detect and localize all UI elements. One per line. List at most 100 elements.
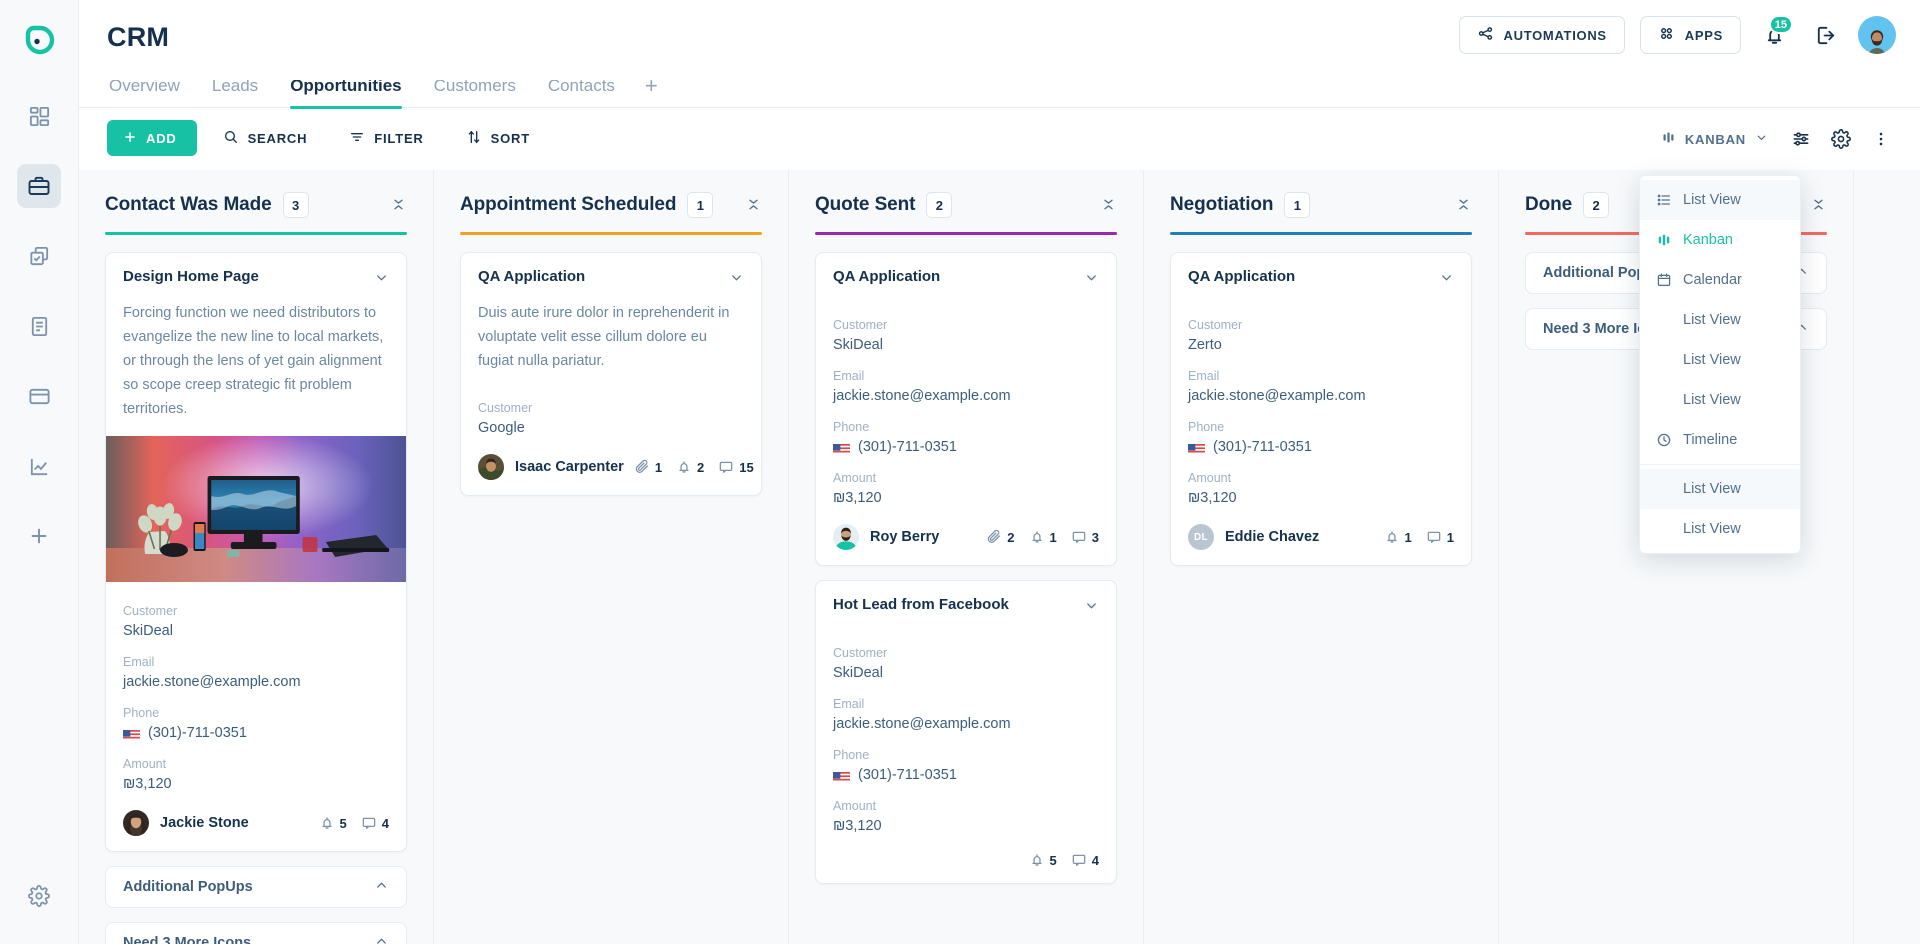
- search-button[interactable]: SEARCH: [207, 120, 324, 156]
- sidebar-item-documents[interactable]: [17, 304, 61, 348]
- collapsible-section[interactable]: Need 3 More Icons: [105, 922, 407, 944]
- comments-metric[interactable]: 1: [1426, 529, 1454, 545]
- card-fields: Customer Zerto Email jackie.stone@example.c…: [1171, 316, 1471, 565]
- collapse-column-button[interactable]: [1099, 195, 1117, 213]
- tab-overview[interactable]: Overview: [107, 76, 196, 108]
- sidebar-item-analytics[interactable]: [17, 444, 61, 488]
- collapse-column-button[interactable]: [389, 195, 407, 213]
- comments-metric[interactable]: 4: [361, 815, 389, 831]
- comments-metric-count: 1: [1446, 529, 1454, 545]
- card-menu-button[interactable]: [1084, 598, 1099, 618]
- sliders-icon[interactable]: [1784, 122, 1818, 156]
- attachments-metric[interactable]: 2: [986, 529, 1015, 545]
- view-menu-item-label: Timeline: [1683, 432, 1738, 448]
- collapse-column-icon[interactable]: [1810, 196, 1827, 213]
- notifications-button[interactable]: 15: [1756, 15, 1793, 53]
- view-menu-item-label: List View: [1683, 192, 1741, 208]
- chevron-down-icon[interactable]: [729, 270, 744, 285]
- chevron-down-icon[interactable]: [1084, 270, 1099, 285]
- view-menu-item[interactable]: List View: [1640, 180, 1800, 220]
- kanban-card[interactable]: Design Home Page Forcing function we need…: [105, 252, 407, 852]
- logout-icon[interactable]: [1807, 17, 1843, 53]
- collapsible-section-toggle[interactable]: [374, 878, 389, 897]
- tab-opportunities[interactable]: Opportunities: [274, 76, 417, 109]
- avatar[interactable]: [1858, 16, 1896, 54]
- collapse-column-button[interactable]: [1809, 195, 1827, 213]
- assignee-name: Roy Berry: [870, 529, 940, 545]
- phone-label: Phone: [833, 420, 870, 434]
- collapse-column-button[interactable]: [744, 195, 762, 213]
- tab-leads[interactable]: Leads: [196, 76, 274, 108]
- comments-metric[interactable]: 4: [1071, 852, 1099, 868]
- collapse-column-button[interactable]: [1454, 195, 1472, 213]
- card-footer: 54: [833, 852, 1099, 868]
- collapsible-section[interactable]: Additional PopUps: [105, 866, 407, 908]
- assignee-avatar: [833, 524, 859, 550]
- add-button[interactable]: ADD: [107, 120, 197, 156]
- view-menu-item[interactable]: List View: [1640, 300, 1800, 340]
- sidebar-item-dashboard[interactable]: [17, 94, 61, 138]
- card-menu-button[interactable]: [1439, 270, 1454, 290]
- notifications-metric[interactable]: 5: [1029, 852, 1057, 868]
- kanban-card[interactable]: Hot Lead from Facebook Customer SkiDeal Ema…: [815, 580, 1117, 884]
- add-tab-button[interactable]: +: [631, 75, 672, 108]
- amount-label: Amount: [1188, 471, 1232, 485]
- clock-icon: [1656, 432, 1672, 448]
- view-menu-item[interactable]: List View: [1640, 380, 1800, 420]
- card-assignee[interactable]: DL Eddie Chavez: [1188, 524, 1319, 550]
- chevron-up-icon[interactable]: [374, 934, 389, 944]
- chevron-down-icon[interactable]: [374, 270, 389, 285]
- more-vertical-icon[interactable]: [1864, 122, 1898, 156]
- filter-label: FILTER: [374, 130, 424, 146]
- card-assignee[interactable]: Jackie Stone: [123, 810, 249, 836]
- automations-button[interactable]: AUTOMATIONS: [1458, 16, 1625, 54]
- card-footer: Roy Berry 2 1 3: [833, 524, 1099, 550]
- sidebar-item-crm[interactable]: [17, 164, 61, 208]
- comments-metric[interactable]: 3: [1071, 529, 1099, 545]
- notifications-metric[interactable]: 2: [676, 459, 704, 475]
- view-switcher-button[interactable]: KANBAN: [1651, 122, 1778, 156]
- tab-contacts[interactable]: Contacts: [532, 76, 631, 108]
- notifications-metric[interactable]: 1: [1384, 529, 1412, 545]
- card-fields: Customer SkiDeal Email jackie.stone@example…: [106, 582, 406, 851]
- comments-metric[interactable]: 15: [718, 459, 754, 475]
- view-menu-item[interactable]: List View: [1640, 469, 1800, 509]
- sidebar-item-tasks[interactable]: [17, 234, 61, 278]
- card-menu-button[interactable]: [374, 270, 389, 290]
- collapse-column-icon[interactable]: [390, 196, 407, 213]
- view-menu-item[interactable]: List View: [1640, 509, 1800, 549]
- chevron-down-icon[interactable]: [1439, 270, 1454, 285]
- collapse-column-icon[interactable]: [1100, 196, 1117, 213]
- view-menu-item[interactable]: Calendar: [1640, 260, 1800, 300]
- card-assignee[interactable]: Isaac Carpenter: [478, 454, 624, 480]
- notifications-metric[interactable]: 5: [319, 815, 347, 831]
- column-color-rule: [460, 232, 762, 235]
- kanban-card[interactable]: QA Application Customer Zerto Email jackie.s…: [1170, 252, 1472, 566]
- chevron-down-icon[interactable]: [1084, 598, 1099, 613]
- card-header: Design Home Page: [123, 268, 389, 290]
- kanban-column: Contact Was Made 3 Design Home Page Forcing…: [79, 170, 434, 944]
- collapse-column-icon[interactable]: [745, 196, 762, 213]
- sidebar-item-billing[interactable]: [17, 374, 61, 418]
- collapsible-section-toggle[interactable]: [374, 934, 389, 944]
- kanban-card[interactable]: QA Application Duis aute irure dolor in r…: [460, 252, 762, 496]
- sidebar-item-add-app[interactable]: [17, 514, 61, 558]
- chevron-up-icon[interactable]: [374, 878, 389, 893]
- kanban-card[interactable]: QA Application Customer SkiDeal Email jackie…: [815, 252, 1117, 566]
- notifications-metric[interactable]: 1: [1029, 529, 1057, 545]
- view-menu-item[interactable]: List View: [1640, 340, 1800, 380]
- apps-button[interactable]: APPS: [1639, 16, 1741, 54]
- attachments-metric[interactable]: 1: [634, 459, 662, 475]
- card-menu-button[interactable]: [729, 270, 744, 290]
- gear-icon[interactable]: [1824, 122, 1858, 156]
- tab-customers[interactable]: Customers: [418, 76, 532, 108]
- filter-button[interactable]: FILTER: [333, 120, 439, 156]
- collapse-column-icon[interactable]: [1455, 196, 1472, 213]
- sort-button[interactable]: SORT: [450, 120, 546, 156]
- droplet-logo-icon[interactable]: [17, 20, 61, 64]
- card-assignee[interactable]: Roy Berry: [833, 524, 939, 550]
- view-menu-item[interactable]: Kanban: [1640, 220, 1800, 260]
- view-menu-item[interactable]: Timeline: [1640, 420, 1800, 460]
- gear-icon[interactable]: [17, 874, 61, 918]
- card-menu-button[interactable]: [1084, 270, 1099, 290]
